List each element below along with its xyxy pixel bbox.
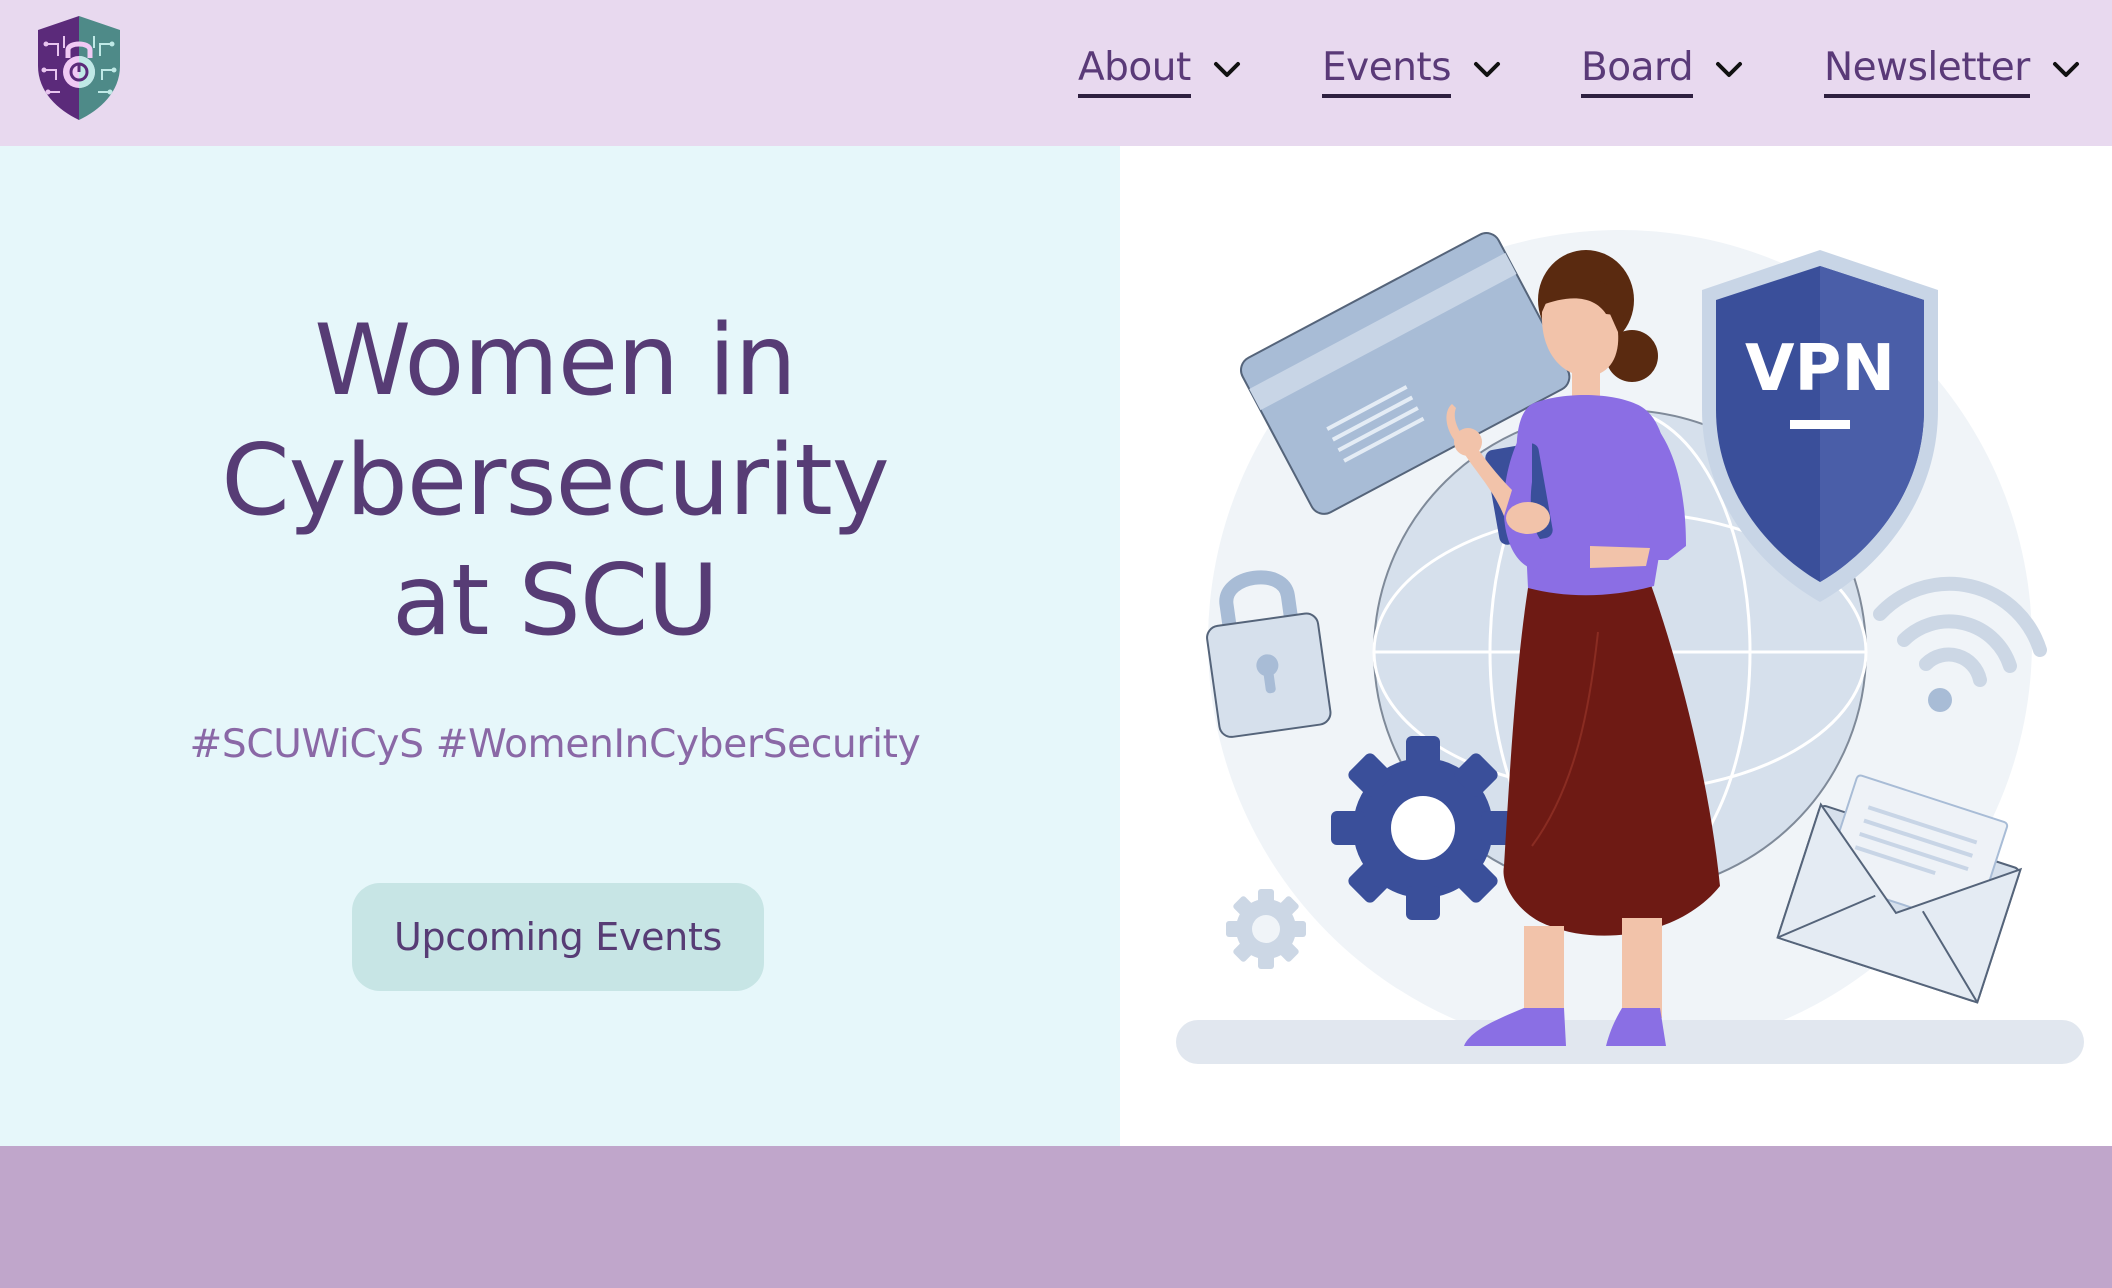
- hero-title-line-3: at SCU: [392, 544, 719, 658]
- upcoming-events-button[interactable]: Upcoming Events: [352, 883, 764, 991]
- hero-title-line-2: Cybersecurity: [221, 424, 890, 538]
- gear-icon: [1331, 736, 1515, 920]
- shield-lock-circuit-icon: [38, 16, 120, 120]
- hero-title-line-1: Women in: [314, 304, 796, 418]
- next-section-band: [0, 1146, 2112, 1288]
- chevron-down-icon[interactable]: [1211, 54, 1243, 86]
- chevron-down-icon[interactable]: [1713, 54, 1745, 86]
- nav-label-newsletter[interactable]: Newsletter: [1824, 42, 2030, 98]
- nav-item-about[interactable]: About: [1078, 42, 1243, 106]
- nav-item-events[interactable]: Events: [1322, 42, 1503, 106]
- site-logo[interactable]: [34, 14, 124, 122]
- hero-hashtags: #SCUWiCyS #WomenInCyberSecurity: [189, 722, 921, 767]
- nav-label-board[interactable]: Board: [1581, 42, 1694, 98]
- small-gear-icon: [1226, 889, 1306, 969]
- cybersecurity-illustration: VPN: [1176, 230, 2084, 1064]
- vpn-shield-text: VPN: [1745, 332, 1895, 406]
- site-header: About Events Board Newsletter: [0, 0, 2112, 146]
- nav-label-about[interactable]: About: [1078, 42, 1191, 98]
- hero-title: Women in Cybersecurity at SCU: [60, 301, 1050, 661]
- chevron-down-icon[interactable]: [2050, 54, 2082, 86]
- hero-text-panel: Women in Cybersecurity at SCU #SCUWiCyS …: [0, 146, 1120, 1146]
- nav-label-events[interactable]: Events: [1322, 42, 1452, 98]
- nav-item-newsletter[interactable]: Newsletter: [1824, 42, 2082, 106]
- chevron-down-icon[interactable]: [1471, 54, 1503, 86]
- nav-item-board[interactable]: Board: [1581, 42, 1745, 106]
